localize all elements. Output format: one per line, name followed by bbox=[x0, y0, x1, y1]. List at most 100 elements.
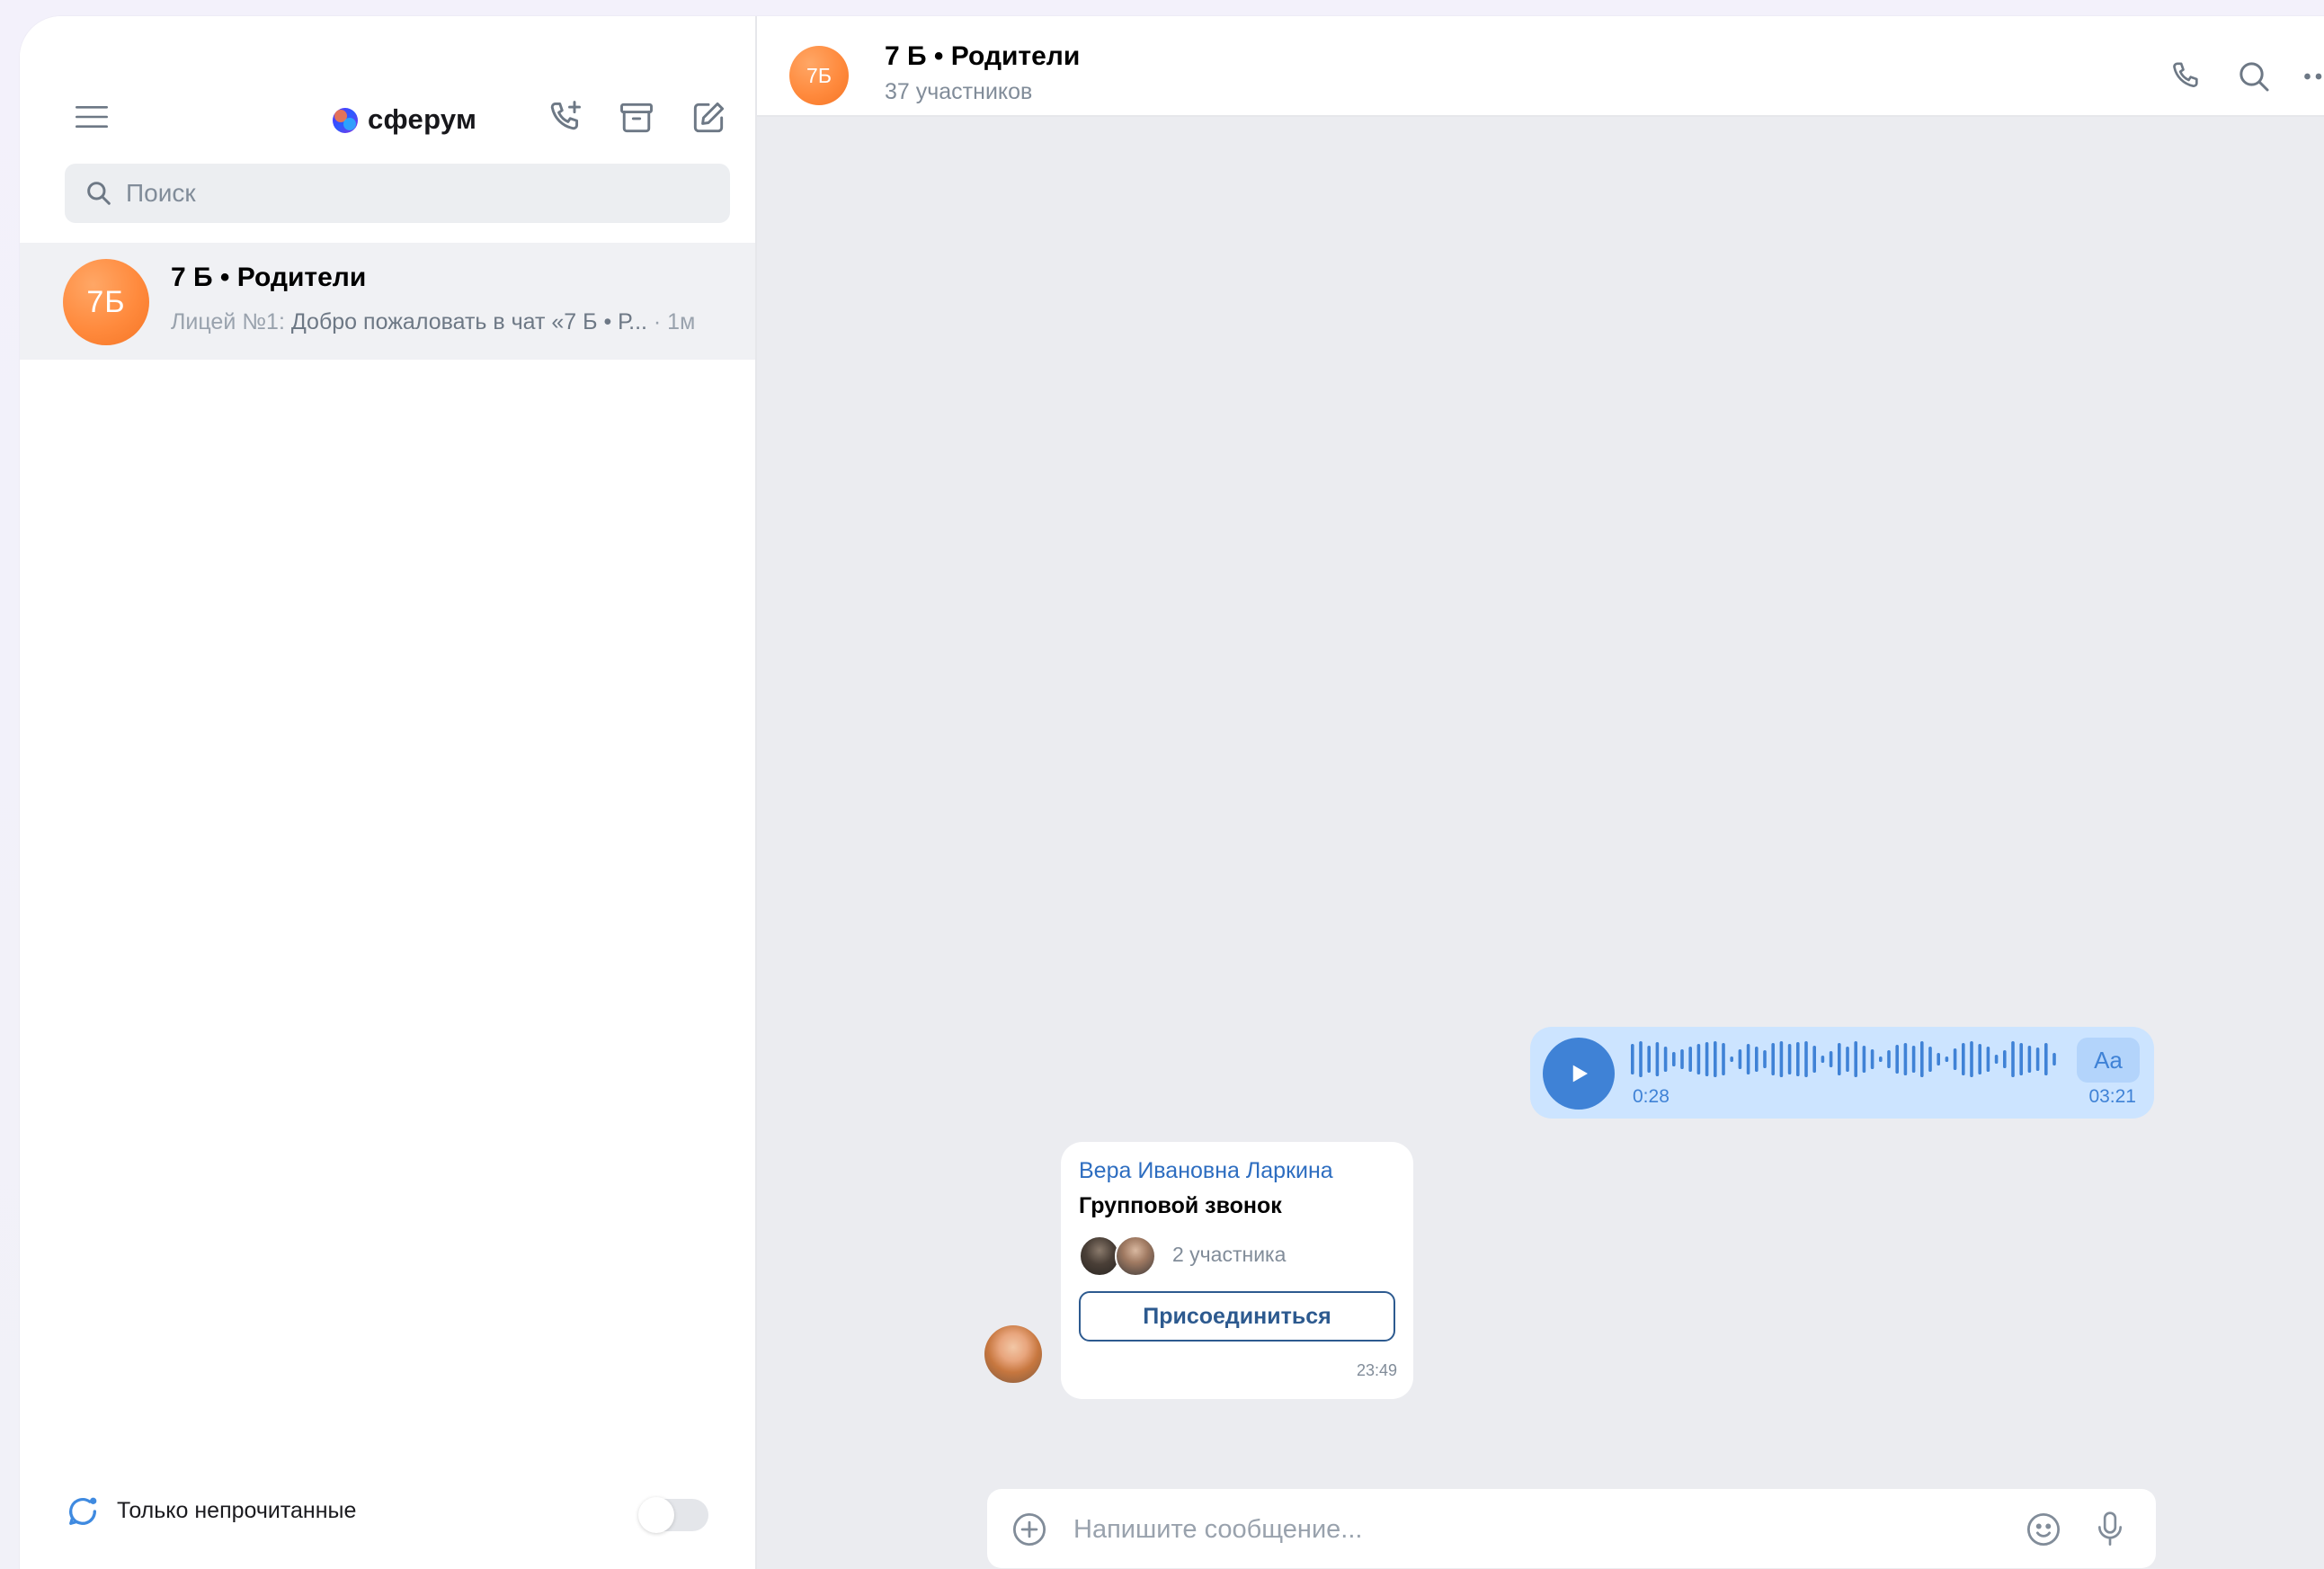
waveform-bar bbox=[1829, 1051, 1833, 1067]
waveform-bar bbox=[1746, 1044, 1750, 1074]
play-icon bbox=[1572, 1065, 1588, 1083]
waveform-bar bbox=[1870, 1049, 1874, 1069]
archive-icon bbox=[620, 103, 653, 133]
waveform-bar bbox=[1714, 1041, 1717, 1077]
waveform-bar bbox=[2035, 1047, 2040, 1071]
voice-record-button[interactable] bbox=[2089, 1507, 2131, 1552]
sidebar-footer: Только непрочитанные bbox=[20, 1470, 755, 1569]
waveform-bar bbox=[1722, 1043, 1725, 1075]
attach-button[interactable] bbox=[1009, 1509, 1050, 1550]
waveform-bar bbox=[1771, 1043, 1775, 1075]
hamburger-icon bbox=[76, 106, 108, 128]
waveform-bar bbox=[1962, 1043, 1965, 1075]
chat-header-title[interactable]: 7 Б • Родители bbox=[885, 41, 1080, 72]
chat-search-button[interactable] bbox=[2231, 54, 2276, 99]
search-bar bbox=[65, 164, 730, 223]
app-window: сферум Поиск 7Б 7 Б • Родители Лицей №1:… bbox=[20, 16, 2324, 1569]
waveform-bar bbox=[1730, 1056, 1733, 1062]
chat-preview-text: Добро пожаловать в чат «7 Б • Р... bbox=[290, 309, 647, 334]
waveform-bar bbox=[1631, 1044, 1634, 1074]
call-participants-count: 2 участника bbox=[1172, 1243, 1287, 1266]
call-title: Групповой звонок bbox=[1079, 1193, 1282, 1218]
microphone-icon bbox=[2098, 1511, 2122, 1546]
chat-list-item[interactable]: 7Б 7 Б • Родители Лицей №1: Добро пожало… bbox=[20, 243, 755, 360]
waveform-bar bbox=[2003, 1050, 2007, 1068]
waveform-bar bbox=[1796, 1042, 1800, 1076]
waveform-bar bbox=[1928, 1047, 1932, 1072]
call-participant-avatars bbox=[1079, 1235, 1156, 1277]
waveform-bar bbox=[1846, 1047, 1849, 1072]
message-time: 23:49 bbox=[1356, 1361, 1397, 1379]
phone-icon bbox=[2173, 62, 2198, 87]
participant-avatar bbox=[1115, 1235, 1156, 1277]
compose-button[interactable] bbox=[683, 93, 734, 143]
waveform-bar bbox=[1937, 1053, 1940, 1065]
waveform-bar bbox=[1986, 1047, 1990, 1072]
waveform-bar bbox=[1680, 1049, 1684, 1069]
waveform-bar bbox=[1862, 1046, 1866, 1073]
toggle-knob bbox=[638, 1497, 674, 1533]
search-icon bbox=[83, 177, 115, 209]
waveform-bar bbox=[1639, 1041, 1643, 1077]
smile-icon bbox=[2026, 1512, 2061, 1547]
waveform-bar bbox=[1655, 1042, 1660, 1076]
chat-bubble-icon bbox=[63, 1492, 102, 1531]
emoji-button[interactable] bbox=[2023, 1509, 2064, 1550]
chat-header-avatar[interactable]: 7Б bbox=[789, 46, 849, 105]
logo-text: сферум bbox=[368, 103, 477, 135]
menu-button[interactable] bbox=[65, 90, 119, 144]
chat-preview-sender: Лицей №1: bbox=[171, 309, 291, 334]
waveform-bar bbox=[1920, 1041, 1924, 1077]
waveform-bar bbox=[2027, 1046, 2032, 1073]
more-button[interactable] bbox=[2296, 54, 2324, 99]
waveform-bar bbox=[1994, 1055, 1999, 1064]
chat-header: 7Б 7 Б • Родители 37 участников bbox=[757, 16, 2324, 117]
waveform-bar bbox=[1755, 1047, 1759, 1072]
voice-sent-time: 03:21 bbox=[2088, 1086, 2136, 1107]
waveform-bar bbox=[1854, 1041, 1857, 1077]
more-horizontal-icon bbox=[2304, 73, 2322, 80]
waveform-bar bbox=[1705, 1042, 1709, 1076]
archive-button[interactable] bbox=[611, 93, 662, 143]
chat-avatar: 7Б bbox=[63, 259, 149, 345]
call-button[interactable] bbox=[2163, 54, 2208, 99]
chat-preview: Лицей №1: Добро пожаловать в чат «7 Б • … bbox=[171, 309, 746, 335]
message-sender-name[interactable]: Вера Ивановна Ларкина bbox=[1079, 1158, 1333, 1184]
waveform-bar bbox=[1838, 1043, 1841, 1075]
join-call-button[interactable]: Присоединиться bbox=[1079, 1291, 1395, 1342]
voice-message: 0:28 03:21 Aa bbox=[1530, 1027, 2154, 1119]
message-input[interactable] bbox=[1073, 1511, 2008, 1548]
chat-panel: 7Б 7 Б • Родители 37 участников 0:28 03:… bbox=[757, 16, 2324, 1569]
chat-title: 7 Б • Родители bbox=[171, 263, 367, 292]
phone-plus-icon bbox=[550, 101, 581, 130]
waveform-bar bbox=[1903, 1043, 1908, 1075]
play-button[interactable] bbox=[1543, 1038, 1615, 1110]
waveform-bar bbox=[1672, 1052, 1676, 1066]
chat-header-subtitle: 37 участников bbox=[885, 79, 1033, 104]
waveform-bar bbox=[1970, 1041, 1973, 1077]
waveform-bar bbox=[1763, 1050, 1767, 1068]
app-logo: сферум bbox=[330, 99, 476, 140]
transcribe-button[interactable]: Aa bbox=[2077, 1038, 2140, 1083]
plus-circle-icon bbox=[1012, 1512, 1046, 1547]
waveform-bar bbox=[1978, 1044, 1981, 1074]
waveform-bar bbox=[1779, 1041, 1784, 1077]
group-call-message: Вера Ивановна Ларкина Групповой звонок 2… bbox=[1061, 1142, 1413, 1399]
unread-only-toggle[interactable] bbox=[638, 1497, 708, 1533]
sender-avatar[interactable] bbox=[984, 1325, 1042, 1383]
edit-icon bbox=[693, 102, 725, 133]
waveform-bar bbox=[1895, 1045, 1899, 1074]
search-input[interactable] bbox=[126, 179, 701, 208]
message-composer bbox=[987, 1489, 2156, 1568]
waveform-bar bbox=[1812, 1046, 1816, 1073]
waveform-bar bbox=[1804, 1041, 1808, 1077]
waveform-bar bbox=[2052, 1053, 2056, 1065]
waveform-bar bbox=[1911, 1046, 1916, 1073]
waveform-bar bbox=[2011, 1041, 2015, 1077]
sidebar: сферум Поиск 7Б 7 Б • Родители Лицей №1:… bbox=[20, 16, 757, 1569]
waveform-bar bbox=[1887, 1050, 1891, 1068]
chat-preview-time: · 1м bbox=[646, 309, 696, 334]
new-call-button[interactable] bbox=[539, 93, 590, 143]
voice-waveform[interactable] bbox=[1631, 1039, 2062, 1079]
unread-only-label: Только непрочитанные bbox=[117, 1498, 357, 1523]
